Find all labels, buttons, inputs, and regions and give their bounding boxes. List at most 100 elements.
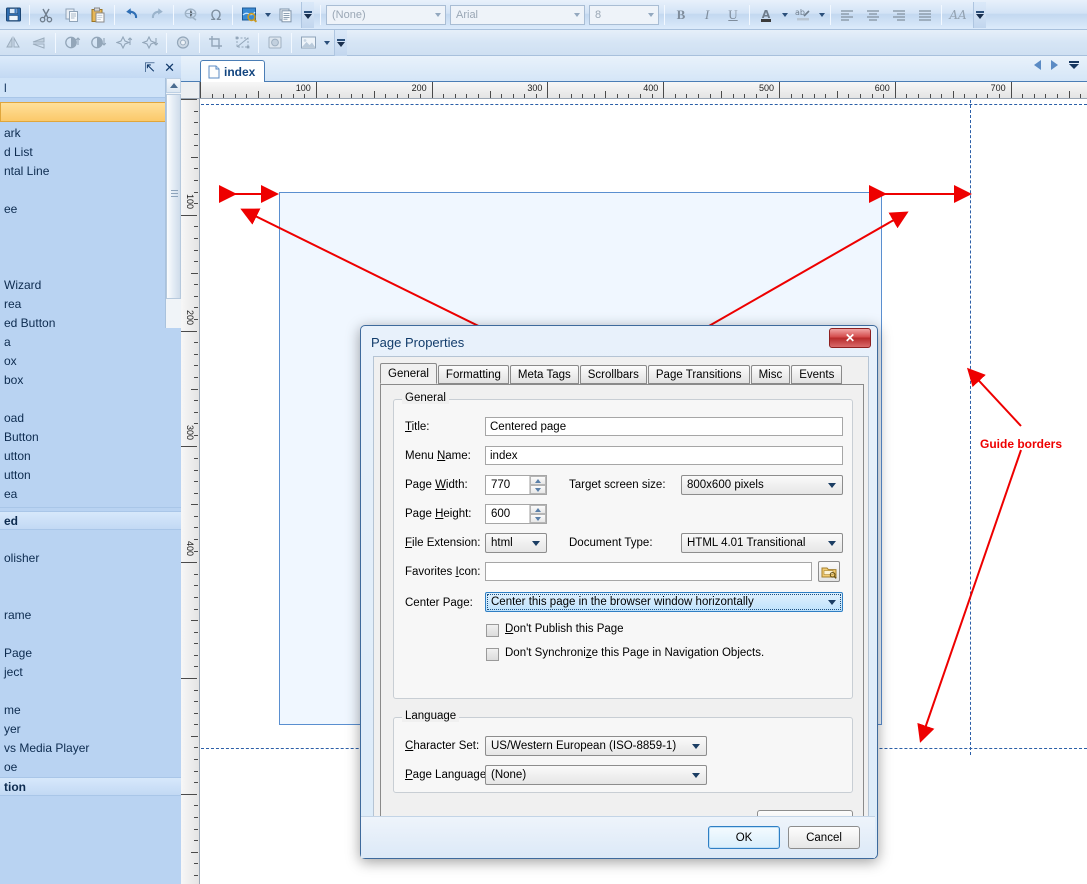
list-item[interactable]: [0, 625, 181, 644]
sidebar-scrollbar[interactable]: [165, 78, 181, 328]
preview-dropdown-arrow[interactable]: [262, 3, 273, 27]
font-color-icon[interactable]: A: [754, 3, 778, 27]
list-item[interactable]: Page: [0, 644, 181, 663]
underline-button[interactable]: U: [721, 3, 745, 27]
section-header-animation[interactable]: tion: [0, 777, 181, 796]
ok-button[interactable]: OK: [708, 826, 780, 849]
paste-icon[interactable]: [86, 3, 110, 27]
list-item[interactable]: [0, 257, 181, 276]
list-item[interactable]: ed Button: [0, 314, 181, 333]
page-width-spinner[interactable]: 770: [485, 475, 547, 495]
tab-events[interactable]: Events: [791, 365, 842, 384]
image-effects-icon[interactable]: [263, 31, 287, 55]
bold-button[interactable]: B: [669, 3, 693, 27]
page-height-spin-buttons[interactable]: [529, 505, 546, 523]
target-screen-combo[interactable]: 800x600 pixels: [681, 475, 843, 495]
toolbar-overflow-button-2[interactable]: [973, 2, 986, 28]
flip-horizontal-icon[interactable]: [1, 31, 25, 55]
font-size-combo[interactable]: 8: [589, 5, 659, 25]
list-item[interactable]: [0, 530, 181, 549]
dont-synchronize-checkbox[interactable]: [486, 648, 499, 661]
italic-button[interactable]: I: [695, 3, 719, 27]
toolbar-overflow-button-3[interactable]: [334, 30, 347, 56]
flip-vertical-icon[interactable]: [27, 31, 51, 55]
tab-misc[interactable]: Misc: [751, 365, 791, 384]
page-width-spin-buttons[interactable]: [529, 476, 546, 494]
scroll-up-arrow[interactable]: [166, 78, 181, 93]
vertical-ruler[interactable]: 100200300400: [181, 99, 200, 884]
list-item[interactable]: Wizard: [0, 276, 181, 295]
list-item[interactable]: ark: [0, 124, 181, 143]
list-item[interactable]: oad: [0, 409, 181, 428]
tab-scrollbars[interactable]: Scrollbars: [580, 365, 647, 384]
contrast-up-icon[interactable]: [112, 31, 136, 55]
tab-meta-tags[interactable]: Meta Tags: [510, 365, 579, 384]
tab-page-transitions[interactable]: Page Transitions: [648, 365, 750, 384]
list-item[interactable]: box: [0, 371, 181, 390]
highlight-dropdown-arrow[interactable]: [816, 3, 827, 27]
list-item[interactable]: rame: [0, 606, 181, 625]
list-item[interactable]: ee: [0, 200, 181, 219]
insert-image-icon[interactable]: [296, 31, 320, 55]
close-icon[interactable]: ✕: [164, 61, 175, 74]
center-page-combo[interactable]: Center this page in the browser window h…: [485, 592, 843, 612]
spin-down-icon[interactable]: [530, 514, 546, 523]
toolbar-overflow-button[interactable]: [301, 2, 314, 28]
list-item[interactable]: [0, 390, 181, 409]
transform-icon[interactable]: [230, 31, 254, 55]
align-justify-icon[interactable]: [913, 3, 937, 27]
brightness-down-icon[interactable]: [86, 31, 110, 55]
list-item[interactable]: ox: [0, 352, 181, 371]
section-header-advanced[interactable]: ed: [0, 511, 181, 530]
list-item[interactable]: utton: [0, 466, 181, 485]
tab-formatting[interactable]: Formatting: [438, 365, 509, 384]
cancel-button[interactable]: Cancel: [788, 826, 860, 849]
page-language-combo[interactable]: (None): [485, 765, 707, 785]
page-height-spinner[interactable]: 600: [485, 504, 547, 524]
tab-index[interactable]: index: [200, 60, 265, 82]
preview-in-browser-icon[interactable]: [237, 3, 261, 27]
tab-general[interactable]: General: [380, 363, 437, 384]
list-item[interactable]: [0, 181, 181, 200]
close-icon[interactable]: ✕: [829, 328, 871, 348]
guide-line-right[interactable]: [970, 100, 971, 755]
brightness-up-icon[interactable]: [60, 31, 84, 55]
dont-publish-checkbox[interactable]: [486, 624, 499, 637]
copy-icon[interactable]: [60, 3, 84, 27]
text-size-icon[interactable]: AA: [946, 3, 970, 27]
special-character-icon[interactable]: Ω: [204, 3, 228, 27]
cut-icon[interactable]: [34, 3, 58, 27]
list-item[interactable]: ject: [0, 663, 181, 682]
list-item[interactable]: [0, 568, 181, 587]
list-item[interactable]: oe: [0, 758, 181, 777]
next-tab-icon[interactable]: [1051, 60, 1058, 70]
hyperlink-icon[interactable]: [178, 3, 202, 27]
redo-icon[interactable]: [145, 3, 169, 27]
crop-icon[interactable]: [204, 31, 228, 55]
selected-item-highlight[interactable]: [0, 102, 175, 122]
pin-icon[interactable]: ⇱: [144, 61, 155, 74]
page-list-icon[interactable]: [274, 3, 298, 27]
guide-line-top[interactable]: [201, 104, 1087, 105]
menu-name-input[interactable]: index: [485, 446, 843, 465]
spin-up-icon[interactable]: [530, 505, 546, 514]
list-item[interactable]: [0, 587, 181, 606]
list-item[interactable]: ntal Line: [0, 162, 181, 181]
list-item[interactable]: me: [0, 701, 181, 720]
font-family-combo[interactable]: Arial: [450, 5, 585, 25]
undo-icon[interactable]: [119, 3, 143, 27]
list-item[interactable]: vs Media Player: [0, 739, 181, 758]
list-item[interactable]: a: [0, 333, 181, 352]
spin-up-icon[interactable]: [530, 476, 546, 485]
style-combo[interactable]: (None): [326, 5, 446, 25]
spin-down-icon[interactable]: [530, 485, 546, 494]
dialog-titlebar[interactable]: Page Properties ✕: [364, 329, 874, 355]
align-left-icon[interactable]: [835, 3, 859, 27]
horizontal-ruler[interactable]: 100200300400500600700: [200, 82, 1087, 99]
list-item[interactable]: olisher: [0, 549, 181, 568]
list-item[interactable]: yer: [0, 720, 181, 739]
favorites-icon-input[interactable]: [485, 562, 812, 581]
tab-list-icon[interactable]: [1068, 61, 1079, 69]
dont-synchronize-label[interactable]: Don't Synchronize this Page in Navigatio…: [505, 647, 764, 659]
list-item[interactable]: ea: [0, 485, 181, 504]
